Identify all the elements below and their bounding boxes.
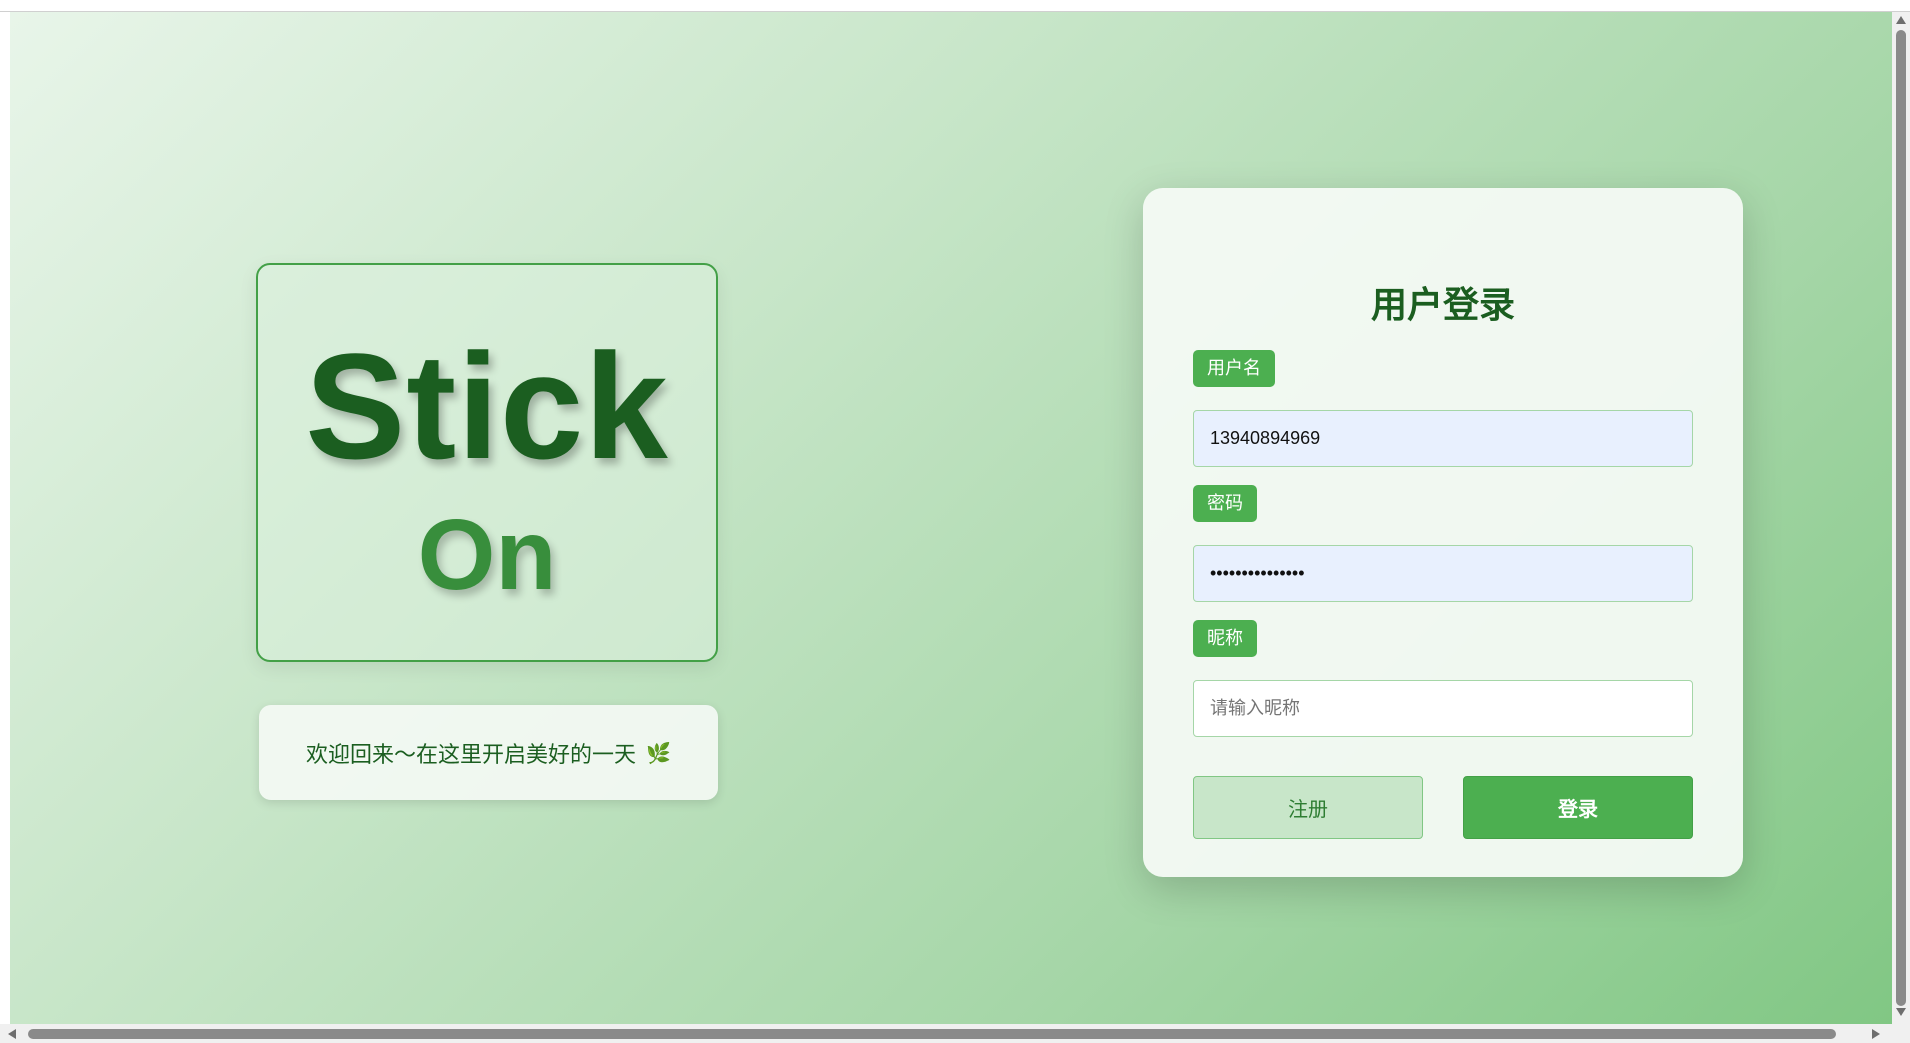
logo-stick-text: Stick (305, 322, 669, 490)
welcome-message: 欢迎回来～在这里开启美好的一天 🌿 (259, 705, 718, 800)
horizontal-scrollbar-thumb[interactable] (28, 1029, 1836, 1039)
logo-box: Stick On (256, 263, 718, 662)
scroll-up-arrow-icon[interactable] (1896, 16, 1906, 24)
login-button[interactable]: 登录 (1463, 776, 1693, 839)
vertical-scrollbar-thumb[interactable] (1896, 30, 1906, 1006)
nickname-label: 昵称 (1193, 620, 1257, 657)
register-button[interactable]: 注册 (1193, 776, 1423, 839)
scroll-right-arrow-icon[interactable] (1872, 1029, 1880, 1039)
window-top-frame (0, 0, 1910, 12)
scroll-down-arrow-icon[interactable] (1896, 1008, 1906, 1016)
window-left-frame (0, 12, 10, 1024)
login-card: 用户登录 用户名 密码 昵称 注册 登录 (1143, 188, 1743, 877)
page-viewport: Stick On 欢迎回来～在这里开启美好的一天 🌿 用户登录 用户名 密码 昵… (10, 12, 1892, 1024)
horizontal-scrollbar[interactable] (0, 1024, 1892, 1043)
nickname-input[interactable] (1193, 680, 1693, 737)
scroll-left-arrow-icon[interactable] (8, 1029, 16, 1039)
password-label: 密码 (1193, 485, 1257, 522)
login-title: 用户登录 (1370, 285, 1515, 326)
leaf-icon: 🌿 (646, 740, 671, 765)
username-input[interactable] (1193, 410, 1693, 467)
username-label: 用户名 (1193, 350, 1275, 387)
welcome-text: 欢迎回来～在这里开启美好的一天 (306, 742, 637, 768)
logo-on-text: On (417, 499, 557, 611)
vertical-scrollbar[interactable] (1892, 12, 1910, 1024)
password-input[interactable] (1193, 545, 1693, 602)
